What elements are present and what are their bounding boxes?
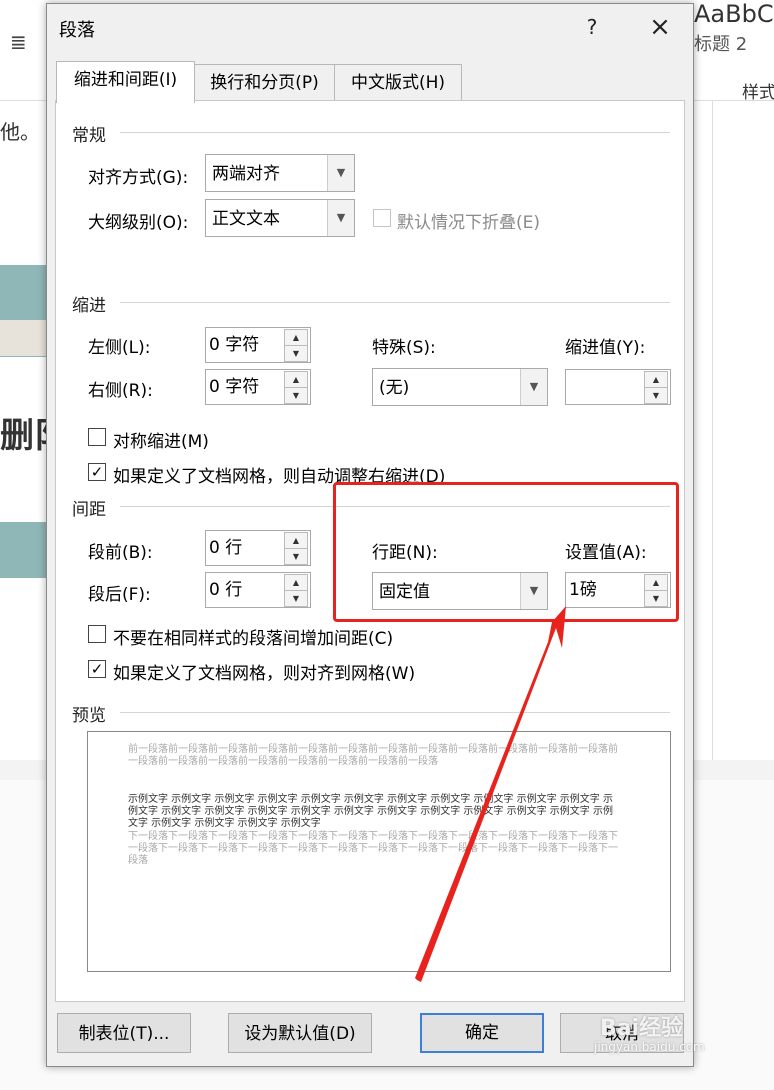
tab-indent-spacing[interactable]: 缩进和间距(I) xyxy=(56,61,195,103)
watermark-url: jingyan.baidu.com xyxy=(594,1040,705,1054)
watermark-logo: Bai经验 xyxy=(600,1016,684,1041)
annotation-arrow xyxy=(415,606,566,982)
